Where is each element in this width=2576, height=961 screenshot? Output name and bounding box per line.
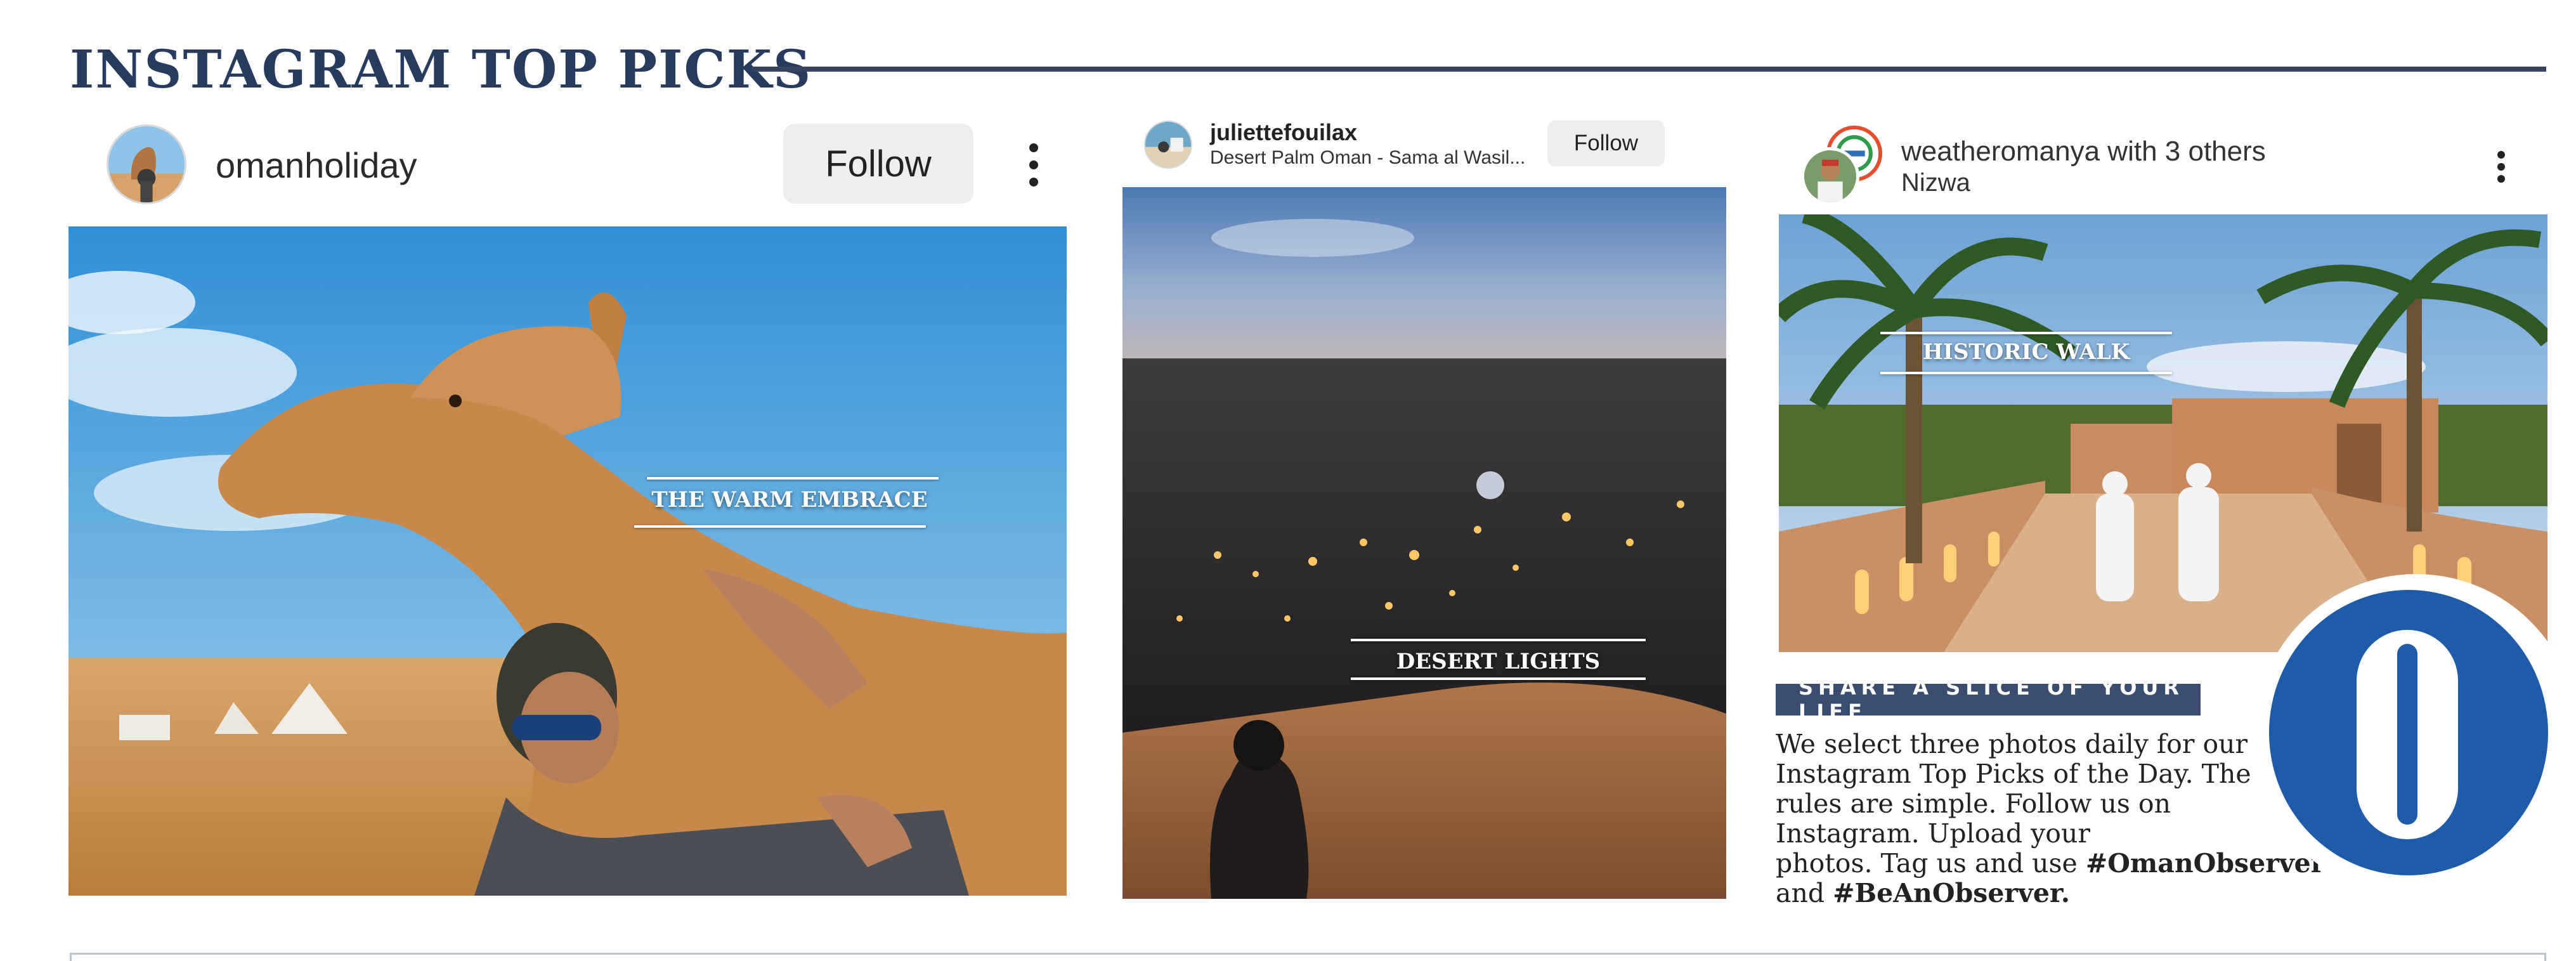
follow-button[interactable]: Follow <box>1547 121 1665 166</box>
omanholiday-avatar[interactable] <box>107 124 186 204</box>
section-title: INSTAGRAM TOP PICKS <box>70 39 812 100</box>
collaborator-avatar[interactable] <box>1801 147 1859 206</box>
post-username[interactable]: omanholiday <box>216 145 417 186</box>
collab-with-text: with <box>2100 136 2165 167</box>
beach-avatar-icon <box>1145 122 1191 167</box>
hashtag-omanobserver: #OmanObserver <box>2085 848 2325 879</box>
bottom-frame-rule <box>70 953 2546 961</box>
caption-rule-bottom <box>634 525 926 528</box>
info-line: photos. Tag us and use #OmanObserver <box>1776 848 2324 879</box>
caption-rule-bottom <box>1880 372 2172 374</box>
post-username[interactable]: juliettefouilax <box>1210 119 1357 146</box>
info-line: Instagram Top Picks of the Day. The <box>1776 759 2251 789</box>
post-photo <box>1122 187 1726 899</box>
info-line-text: photos. Tag us and use <box>1776 848 2086 879</box>
info-paragraph: We select three photos daily for our Ins… <box>1776 729 2324 908</box>
hashtag-beanobserver: #BeAnObserver. <box>1833 878 2071 908</box>
post-photo <box>68 226 1067 896</box>
photo-caption: THE WARM EMBRACE <box>651 487 928 513</box>
juliettefouilax-avatar[interactable] <box>1144 121 1192 169</box>
post-location[interactable]: Nizwa <box>1901 169 1970 197</box>
info-line-text: and <box>1776 878 1833 908</box>
caption-rule-top <box>647 477 939 480</box>
person-avatar-icon <box>1804 150 1856 202</box>
info-line: and #BeAnObserver. <box>1776 879 2283 908</box>
title-divider <box>751 67 2546 72</box>
share-banner: SHARE A SLICE OF YOUR LIFE <box>1776 676 2201 724</box>
caption-rule-top <box>1351 639 1646 641</box>
caption-rule-bottom <box>1351 677 1646 680</box>
username-text[interactable]: weatheromanya <box>1901 136 2100 167</box>
follow-button[interactable]: Follow <box>783 124 973 204</box>
info-line: Instagram. Upload your <box>1776 818 2090 849</box>
desert-lights-photo <box>1122 187 1726 899</box>
photo-caption: HISTORIC WALK <box>1922 339 2130 365</box>
info-line: rules are simple. Follow us on <box>1776 788 2171 819</box>
logo-letter-o-counter <box>2397 644 2417 825</box>
photo-caption: DESERT LIGHTS <box>1396 649 1601 674</box>
post-location[interactable]: Desert Palm Oman - Sama al Wasil... <box>1210 147 1525 169</box>
more-options-icon[interactable] <box>2495 151 2508 183</box>
info-line: We select three photos daily for our <box>1776 729 2248 759</box>
collab-count[interactable]: 3 others <box>2165 136 2266 167</box>
more-options-icon[interactable] <box>1027 143 1040 186</box>
caption-rule-top <box>1880 332 2172 334</box>
camel-embrace-photo <box>68 226 1067 896</box>
post-username[interactable]: weatheromanya with 3 others <box>1901 136 2266 167</box>
camel-avatar-icon <box>108 126 185 202</box>
